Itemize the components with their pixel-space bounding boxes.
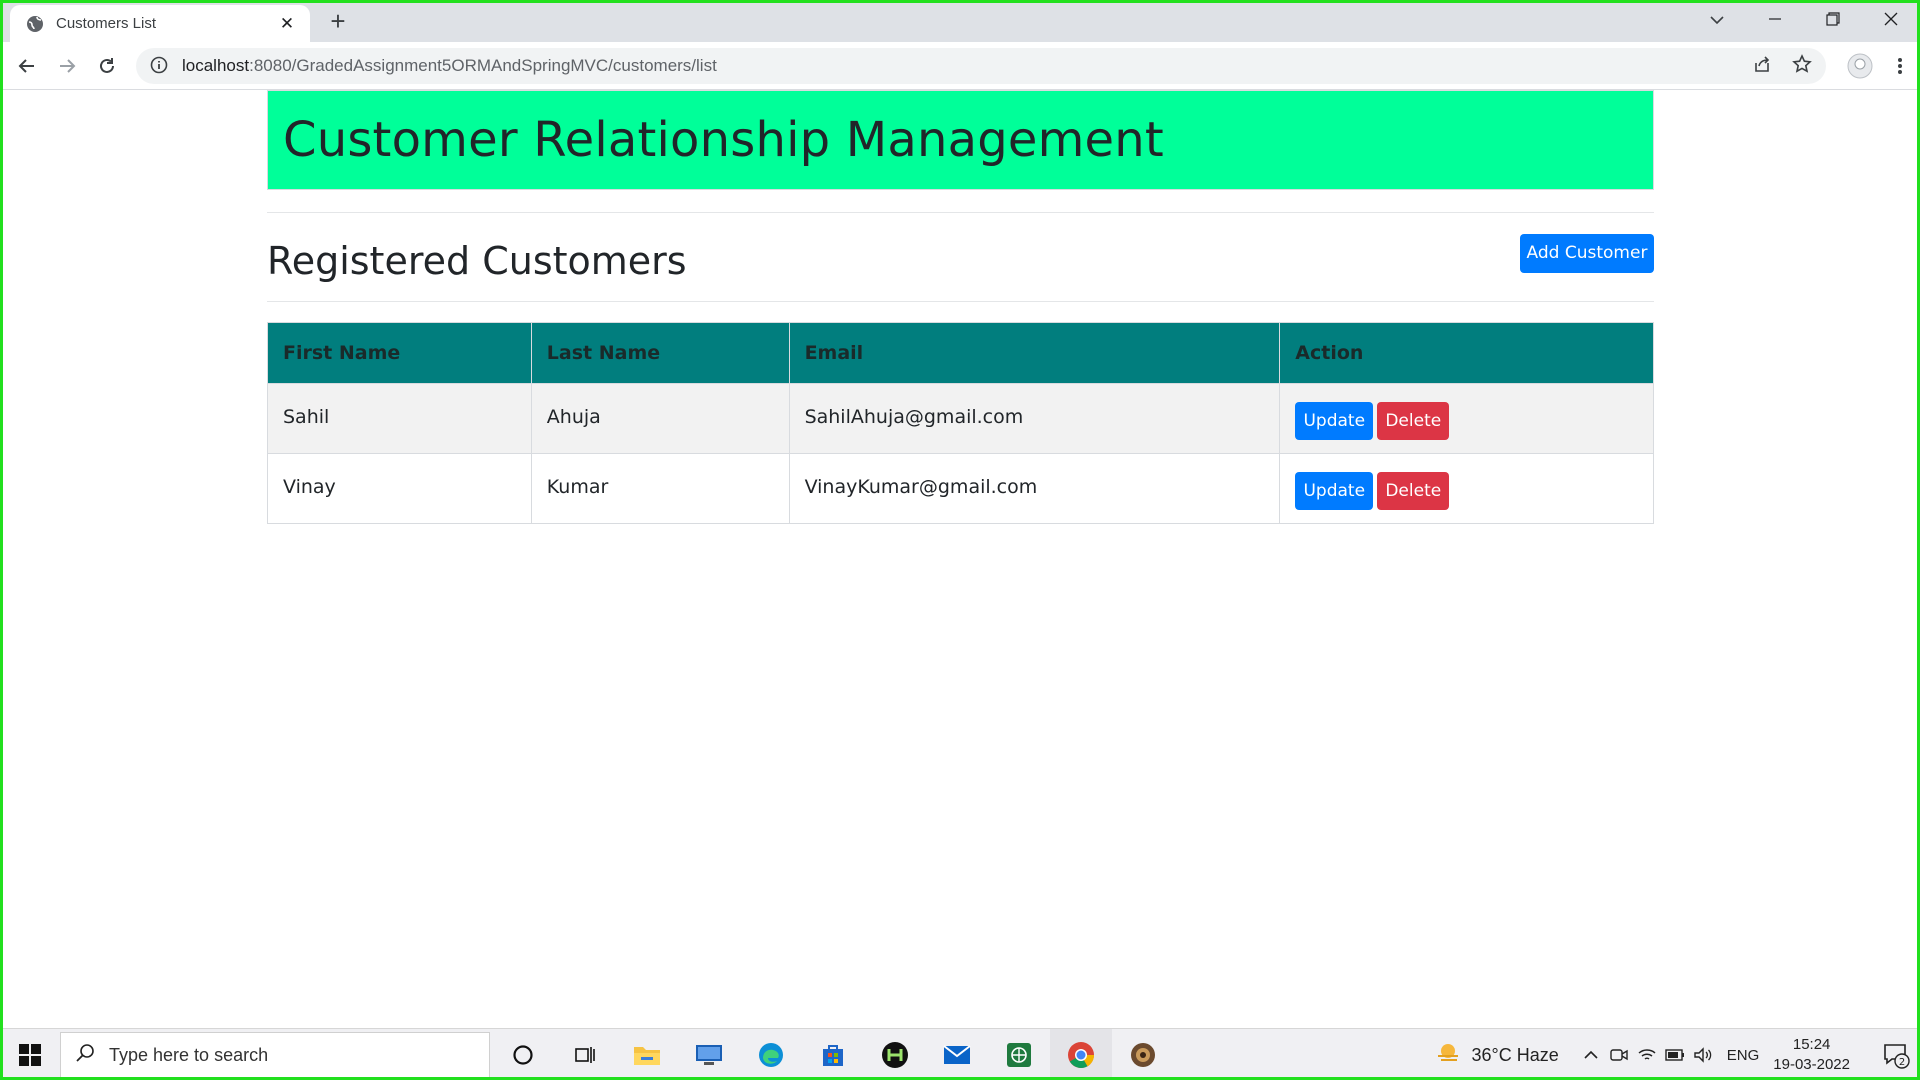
notification-count: 2 [1899, 1057, 1905, 1068]
page-content: Customer Relationship Management Registe… [0, 90, 1920, 1028]
url-path: :8080/GradedAssignment5ORMAndSpringMVC/c… [249, 56, 717, 75]
tab-search-chevron-icon[interactable] [1688, 12, 1746, 30]
profile-avatar-icon[interactable] [1840, 53, 1880, 79]
add-customer-button[interactable]: Add Customer [1520, 234, 1654, 273]
file-explorer-icon[interactable] [616, 1029, 678, 1080]
app-emblem-icon[interactable] [1112, 1029, 1174, 1080]
forward-arrow-icon[interactable] [52, 51, 82, 81]
media-app-icon[interactable] [864, 1029, 926, 1080]
weather-haze-icon [1436, 1042, 1462, 1069]
taskbar: Type here to search 36°C Haze ENG 15:24 … [0, 1028, 1920, 1080]
cell-action: Update Delete [1279, 453, 1654, 524]
windows-start-icon[interactable] [10, 1039, 50, 1071]
site-info-icon[interactable] [150, 56, 170, 76]
show-hidden-icons-chevron-icon[interactable] [1577, 1050, 1605, 1060]
close-window-icon[interactable] [1862, 12, 1920, 31]
weather-widget[interactable]: 36°C Haze [1436, 1042, 1559, 1069]
update-button[interactable]: Update [1295, 402, 1374, 440]
delete-button[interactable]: Delete [1377, 402, 1450, 440]
url-host: localhost [182, 56, 250, 75]
table-header-row: First Name Last Name Email Action [267, 322, 1654, 384]
section-header: Registered Customers Add Customer [267, 213, 1654, 301]
mail-icon[interactable] [926, 1029, 988, 1080]
cell-email: VinayKumar@gmail.com [788, 453, 1281, 524]
bookmark-star-icon[interactable] [1792, 53, 1812, 79]
divider [267, 301, 1654, 302]
search-icon [75, 1043, 95, 1068]
remote-desktop-icon[interactable] [678, 1029, 740, 1080]
wifi-icon[interactable] [1633, 1047, 1661, 1063]
maps-globe-icon[interactable] [988, 1029, 1050, 1080]
volume-icon[interactable] [1689, 1047, 1717, 1063]
delete-button[interactable]: Delete [1377, 472, 1450, 510]
cortana-icon[interactable] [492, 1029, 554, 1080]
chrome-menu-icon[interactable] [1880, 56, 1920, 76]
clock-date: 19-03-2022 [1773, 1056, 1850, 1073]
minimize-icon[interactable] [1746, 12, 1804, 31]
browser-tab[interactable]: Customers List ✕ [10, 5, 310, 42]
restore-icon[interactable] [1804, 11, 1862, 31]
cell-first-name: Sahil [267, 383, 532, 454]
chrome-icon[interactable] [1050, 1029, 1112, 1080]
search-placeholder: Type here to search [109, 1045, 269, 1065]
notification-center-icon[interactable]: 2 [1872, 1041, 1920, 1069]
header-banner: Customer Relationship Management [267, 90, 1654, 190]
back-arrow-icon[interactable] [12, 51, 42, 81]
column-header-email: Email [788, 322, 1281, 384]
column-header-first-name: First Name [267, 322, 532, 384]
meet-now-icon[interactable] [1605, 1047, 1633, 1063]
edge-browser-icon[interactable] [740, 1029, 802, 1080]
battery-icon[interactable] [1661, 1049, 1689, 1061]
cell-action: Update Delete [1279, 383, 1654, 454]
cell-last-name: Ahuja [530, 383, 790, 454]
weather-text: 36°C Haze [1471, 1044, 1559, 1065]
column-header-last-name: Last Name [530, 322, 790, 384]
tab-strip: Customers List ✕ + [0, 0, 1920, 42]
cell-first-name: Vinay [267, 453, 532, 524]
banner-title: Customer Relationship Management [283, 112, 1164, 168]
cell-email: SahilAhuja@gmail.com [788, 383, 1281, 454]
update-button[interactable]: Update [1295, 472, 1374, 510]
reload-icon[interactable] [92, 51, 122, 81]
tab-title: Customers List [56, 15, 157, 32]
system-clock[interactable]: 15:24 19-03-2022 [1773, 1035, 1850, 1075]
language-indicator[interactable]: ENG [1727, 1047, 1760, 1064]
clock-time: 15:24 [1792, 1036, 1831, 1053]
address-bar[interactable]: localhost:8080/GradedAssignment5ORMAndSp… [136, 48, 1826, 84]
table-row: Sahil Ahuja SahilAhuja@gmail.com Update D… [267, 383, 1654, 454]
cell-last-name: Kumar [530, 453, 790, 524]
globe-icon [26, 15, 44, 33]
close-tab-icon[interactable]: ✕ [276, 14, 298, 34]
task-view-icon[interactable] [554, 1029, 616, 1080]
microsoft-store-icon[interactable] [802, 1029, 864, 1080]
main-container: Customer Relationship Management Registe… [267, 90, 1654, 524]
url-text: localhost:8080/GradedAssignment5ORMAndSp… [182, 56, 717, 76]
share-icon[interactable] [1752, 54, 1772, 79]
new-tab-icon[interactable]: + [324, 8, 352, 36]
column-header-action: Action [1279, 322, 1654, 384]
browser-toolbar: localhost:8080/GradedAssignment5ORMAndSp… [0, 42, 1920, 90]
section-title: Registered Customers [267, 239, 687, 283]
customers-table: First Name Last Name Email Action Sahil … [267, 322, 1654, 524]
table-row: Vinay Kumar VinayKumar@gmail.com Update D… [267, 453, 1654, 524]
taskbar-search-input[interactable]: Type here to search [60, 1032, 490, 1079]
